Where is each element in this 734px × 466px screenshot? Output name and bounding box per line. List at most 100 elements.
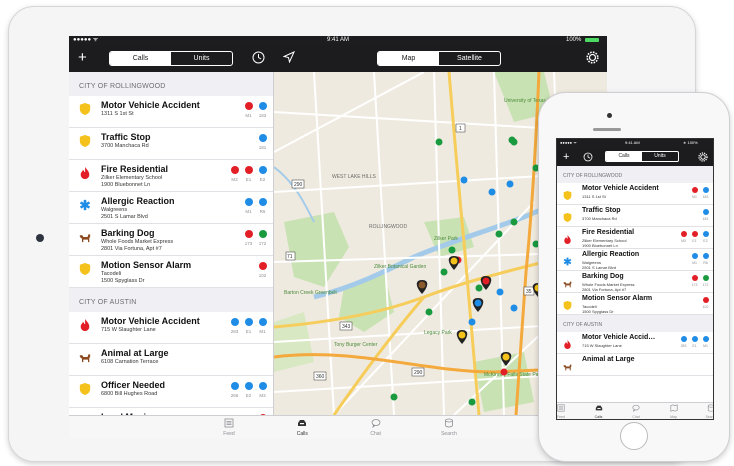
tab-bar: Feed Calls Chat Search xyxy=(69,415,607,438)
unit-status-dot xyxy=(680,231,687,237)
iphone-history-icon[interactable] xyxy=(583,151,593,165)
call-row[interactable]: Allergic Reaction Walgreens 2501 S Lamar B… xyxy=(557,249,713,271)
call-subtitle: Walgreens 2501 S Lamar Blvd xyxy=(101,207,148,221)
unit-badge[interactable]: M3 xyxy=(680,231,687,243)
call-row[interactable]: Motor Vehicle Accident 715 W Slaughter La… xyxy=(69,312,273,344)
iphone-gear-icon[interactable] xyxy=(698,151,708,165)
unit-badge[interactable]: 172 xyxy=(702,275,709,287)
unit-badge[interactable]: M1 xyxy=(258,318,267,334)
call-row[interactable]: Animal at Large xyxy=(557,354,713,376)
unit-label: 283 xyxy=(230,329,239,334)
calls-units-segment[interactable]: Calls Units xyxy=(109,51,233,66)
unit-badge[interactable]: 283 xyxy=(680,336,687,348)
unit-badge[interactable]: E1 xyxy=(244,318,253,334)
call-subtitle: 3700 Manchaca Rd xyxy=(101,143,149,150)
unit-badge[interactable]: 102 xyxy=(258,262,267,278)
dog-icon xyxy=(563,358,572,371)
call-row[interactable]: Motor Vehicle Accident 1311 S 1st St M1 183 xyxy=(557,183,713,205)
tab-chat[interactable]: Chat xyxy=(358,418,394,438)
unit-badge[interactable]: M3 xyxy=(258,382,267,398)
unit-badge[interactable]: E1 xyxy=(691,336,698,348)
unit-badge[interactable]: 266 xyxy=(230,382,239,398)
history-icon[interactable] xyxy=(252,51,265,67)
unit-badge[interactable]: 102 xyxy=(702,297,709,309)
call-row[interactable]: Traffic Stop 3700 Manchaca Rd 181 xyxy=(69,128,273,160)
shield-icon xyxy=(563,187,572,200)
iphone-tab-calls[interactable]: Calls xyxy=(606,152,642,161)
call-row[interactable]: Motor Vehicle Accident 1311 S 1st St M1 183 xyxy=(69,96,273,128)
add-icon[interactable]: + xyxy=(78,50,87,65)
unit-badge[interactable]: 181 xyxy=(702,209,709,221)
call-row[interactable]: Barking Dog Whole Foods Market Express 280… xyxy=(69,224,273,256)
unit-badge[interactable]: 173 xyxy=(691,275,698,287)
unit-status-dot xyxy=(244,230,253,238)
iphone-home-button[interactable] xyxy=(620,422,648,450)
call-subtitle: 1311 S 1st St xyxy=(582,194,606,199)
unit-badge[interactable]: 181 xyxy=(258,134,267,150)
tab-search[interactable]: Search xyxy=(431,418,467,438)
gear-icon[interactable] xyxy=(586,51,599,67)
unit-badge[interactable]: 173 xyxy=(244,230,253,246)
map-type-segment[interactable]: Map Satellite xyxy=(377,51,501,66)
location-arrow-icon[interactable] xyxy=(282,51,295,66)
unit-badge[interactable]: 183 xyxy=(702,187,709,199)
call-title: Allergic Reaction xyxy=(101,196,175,206)
unit-badge[interactable]: M1 xyxy=(691,253,698,265)
call-subtitle: Walgreens 2501 S Lamar Blvd xyxy=(582,260,616,270)
tab-calls[interactable]: Calls xyxy=(284,418,320,438)
call-row[interactable]: Animal at Large 6108 Carnation Terrace xyxy=(69,344,273,376)
dog-icon xyxy=(79,230,91,244)
unit-label: M1 xyxy=(259,329,266,334)
unit-badge[interactable]: R6 xyxy=(702,253,709,265)
tab-search[interactable]: Search xyxy=(698,404,713,419)
tab-satellite[interactable]: Satellite xyxy=(439,52,500,65)
call-row[interactable]: Motion Sensor Alarm Tacodeli 1500 Spyglass… xyxy=(557,293,713,315)
unit-badge[interactable]: 183 xyxy=(258,102,267,118)
unit-status-dot xyxy=(702,253,709,259)
unit-badge[interactable]: E1 xyxy=(244,166,253,182)
call-row[interactable]: Motion Sensor Alarm Tacodeli 1500 Spyglass… xyxy=(69,256,273,288)
iphone-calls-units-segment[interactable]: Calls Units xyxy=(605,151,679,162)
call-row[interactable]: Traffic Stop 3700 Manchaca Rd 181 xyxy=(557,205,713,227)
iphone-add-icon[interactable]: + xyxy=(563,150,569,164)
unit-badge[interactable]: R6 xyxy=(258,198,267,214)
section-header: CITY OF AUSTIN xyxy=(557,315,713,332)
call-row[interactable]: Motor Vehicle Accid… 715 W Slaughter Lane… xyxy=(557,332,713,354)
tab-feed[interactable]: Feed xyxy=(557,404,574,419)
tab-units[interactable]: Units xyxy=(171,52,232,65)
call-row[interactable]: Fire Residential Zilker Elementary School… xyxy=(69,160,273,192)
call-address: 1900 Bluebonnet Ln xyxy=(101,182,151,188)
map-label-mckinney-falls: McKinney Falls State Park xyxy=(484,372,543,378)
unit-badge[interactable]: 172 xyxy=(258,230,267,246)
unit-badge[interactable]: M1 xyxy=(244,102,253,118)
unit-badge[interactable]: M1 xyxy=(691,187,698,199)
iphone-tab-units[interactable]: Units xyxy=(642,152,678,161)
unit-badge[interactable]: E1 xyxy=(691,231,698,243)
call-row[interactable]: Loud Music xyxy=(69,408,273,415)
unit-badge[interactable]: E2 xyxy=(244,382,253,398)
call-row[interactable]: Officer Needed 6800 Bill Hughes Road 266 E2… xyxy=(69,376,273,408)
call-address: Zilker Elementary School xyxy=(101,175,163,181)
call-row[interactable]: Barking Dog Whole Foods Market Express 280… xyxy=(557,271,713,293)
flame-icon xyxy=(79,318,91,332)
unit-badge[interactable]: M3 xyxy=(230,166,239,182)
tab-calls[interactable]: Calls xyxy=(586,404,612,419)
call-row[interactable]: Allergic Reaction Walgreens 2501 S Lamar B… xyxy=(69,192,273,224)
unit-label: E1 xyxy=(245,329,252,334)
tab-chat[interactable]: Chat xyxy=(623,404,649,419)
tab-feed[interactable]: Feed xyxy=(211,418,247,438)
unit-badge[interactable]: E2 xyxy=(702,231,709,243)
tab-calls[interactable]: Calls xyxy=(110,52,171,65)
unit-badge[interactable]: E2 xyxy=(258,166,267,182)
unit-badge[interactable]: M1 xyxy=(244,198,253,214)
call-title: Motor Vehicle Accident xyxy=(101,100,200,110)
unit-badge[interactable]: M1 xyxy=(702,336,709,348)
call-row[interactable]: Fire Residential Zilker Elementary School… xyxy=(557,227,713,249)
call-address: 1311 S 1st St xyxy=(582,194,606,199)
call-address: 2801 Via Fortuna, Apt #7 xyxy=(101,246,162,252)
tab-map[interactable]: Map xyxy=(661,404,687,419)
call-subtitle: Tacodeli 1500 Spyglass Dr xyxy=(101,271,144,285)
tab-map[interactable]: Map xyxy=(378,52,439,65)
flame-icon xyxy=(563,231,572,244)
unit-badge[interactable]: 283 xyxy=(230,318,239,334)
